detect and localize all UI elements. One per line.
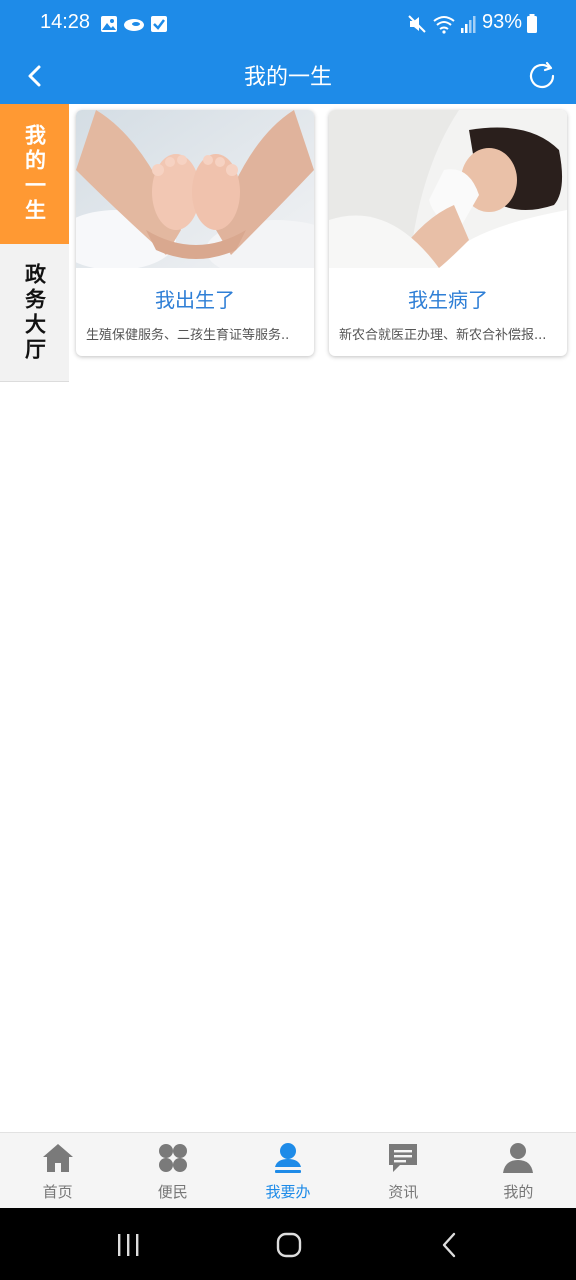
gallery-icon	[101, 16, 117, 32]
nav-label: 资讯	[388, 1183, 419, 1201]
status-time: 14:28	[40, 11, 91, 33]
checkbox-icon	[151, 16, 167, 32]
app-screen: 14:28 93% 我的一生 我的一生 政务大厅 我出生了 生殖保健服务、二孩生…	[0, 0, 576, 1280]
wifi-icon	[433, 16, 455, 34]
nav-label: 便民	[157, 1183, 188, 1201]
system-navigation-bar	[0, 1208, 576, 1280]
cloud-icon	[124, 19, 144, 31]
battery-icon	[527, 14, 537, 33]
bottom-tab-bar: 首页 便民 我要办 资讯 我的	[0, 1132, 576, 1208]
tab-my-life[interactable]: 我的一生	[0, 104, 69, 244]
tab-label: 我的一生	[22, 124, 47, 224]
nav-home[interactable]: 首页	[0, 1133, 115, 1208]
status-bar: 14:28 93%	[0, 0, 576, 48]
baby-feet-photo	[76, 110, 314, 268]
nav-mine[interactable]: 我的	[461, 1133, 576, 1208]
nav-label: 我的	[503, 1183, 534, 1201]
nav-news[interactable]: 资讯	[346, 1133, 461, 1208]
page-title: 我的一生	[243, 65, 332, 90]
tab-government-hall[interactable]: 政务大厅	[0, 244, 69, 382]
signal-icon	[461, 16, 476, 33]
refresh-icon[interactable]	[522, 56, 562, 96]
battery-percentage: 93%	[481, 11, 522, 33]
grid-icon	[158, 1144, 187, 1172]
mute-icon	[408, 15, 426, 33]
nav-label: 我要办	[265, 1183, 311, 1201]
nav-services[interactable]: 我要办	[230, 1133, 345, 1208]
recent-apps-icon[interactable]	[112, 1230, 144, 1260]
nav-label: 首页	[42, 1183, 73, 1201]
user-service-icon	[275, 1143, 301, 1173]
sick-woman-photo	[329, 110, 567, 268]
tab-label: 政务大厅	[22, 262, 47, 363]
service-card-illness[interactable]: 我生病了 新农合就医正办理、新农合补偿报...	[329, 110, 567, 356]
card-title: 我出生了	[155, 288, 235, 312]
card-description: 新农合就医正办理、新农合补偿报...	[339, 328, 547, 343]
service-card-birth[interactable]: 我出生了 生殖保健服务、二孩生育证等服务..	[76, 110, 314, 356]
message-icon	[389, 1144, 418, 1172]
app-header: 我的一生	[0, 48, 576, 104]
card-description: 生殖保健服务、二孩生育证等服务..	[86, 328, 290, 343]
card-title: 我生病了	[408, 288, 488, 312]
back-button-icon[interactable]	[434, 1230, 466, 1260]
person-icon	[503, 1143, 534, 1173]
home-icon	[42, 1144, 73, 1172]
nav-convenience[interactable]: 便民	[115, 1133, 230, 1208]
home-button-icon[interactable]	[273, 1230, 305, 1260]
category-tabs: 我的一生 政务大厅	[0, 104, 69, 382]
